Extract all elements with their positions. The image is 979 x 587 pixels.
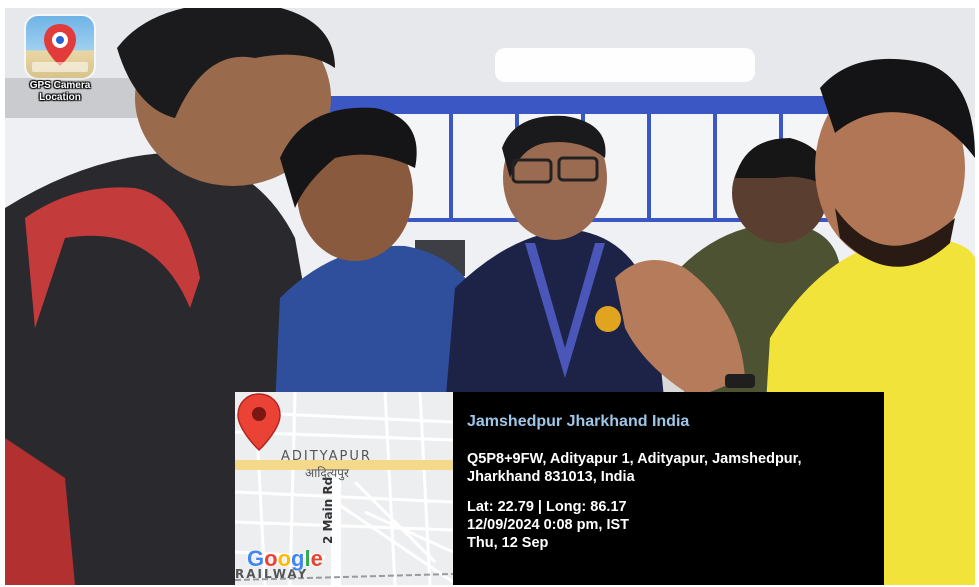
coordinates: Lat: 22.79 | Long: 86.17 <box>467 499 627 515</box>
gps-camera-app-icon <box>26 16 94 78</box>
google-logo-letter: o <box>277 546 292 571</box>
day-date: Thu, 12 Sep <box>467 535 549 551</box>
google-logo: Google <box>247 546 323 572</box>
google-logo-letter: G <box>247 546 265 571</box>
map-area-name: ADITYAPUR <box>281 449 372 464</box>
google-logo-letter: e <box>310 546 323 571</box>
map-thumbnail: ADITYAPUR आदित्यपुर 2 Main Rd RAILWAY Go… <box>235 392 453 585</box>
date-time: 12/09/2024 0:08 pm, IST <box>467 517 630 533</box>
address-line1: Q5P8+9FW, Adityapur 1, Adityapur, Jamshe… <box>467 451 802 467</box>
address-line2: Jharkhand 831013, India <box>467 469 635 485</box>
location-stamp: ADITYAPUR आदित्यपुर 2 Main Rd RAILWAY Go… <box>235 392 884 585</box>
app-label: GPS Camera Location <box>30 80 91 104</box>
app-label-line1: GPS Camera <box>29 80 91 91</box>
map-road-name: 2 Main Rd <box>321 476 335 544</box>
google-logo-letter: g <box>291 546 305 571</box>
location-info-panel: Jamshedpur Jharkhand India Q5P8+9FW, Adi… <box>453 392 884 585</box>
location-title: Jamshedpur Jharkhand India <box>467 413 690 430</box>
gps-camera-badge: GPS Camera Location <box>19 16 101 108</box>
map-pin-icon <box>237 393 281 452</box>
app-label-line2: Location <box>39 92 81 103</box>
google-logo-letter: o <box>264 546 278 571</box>
